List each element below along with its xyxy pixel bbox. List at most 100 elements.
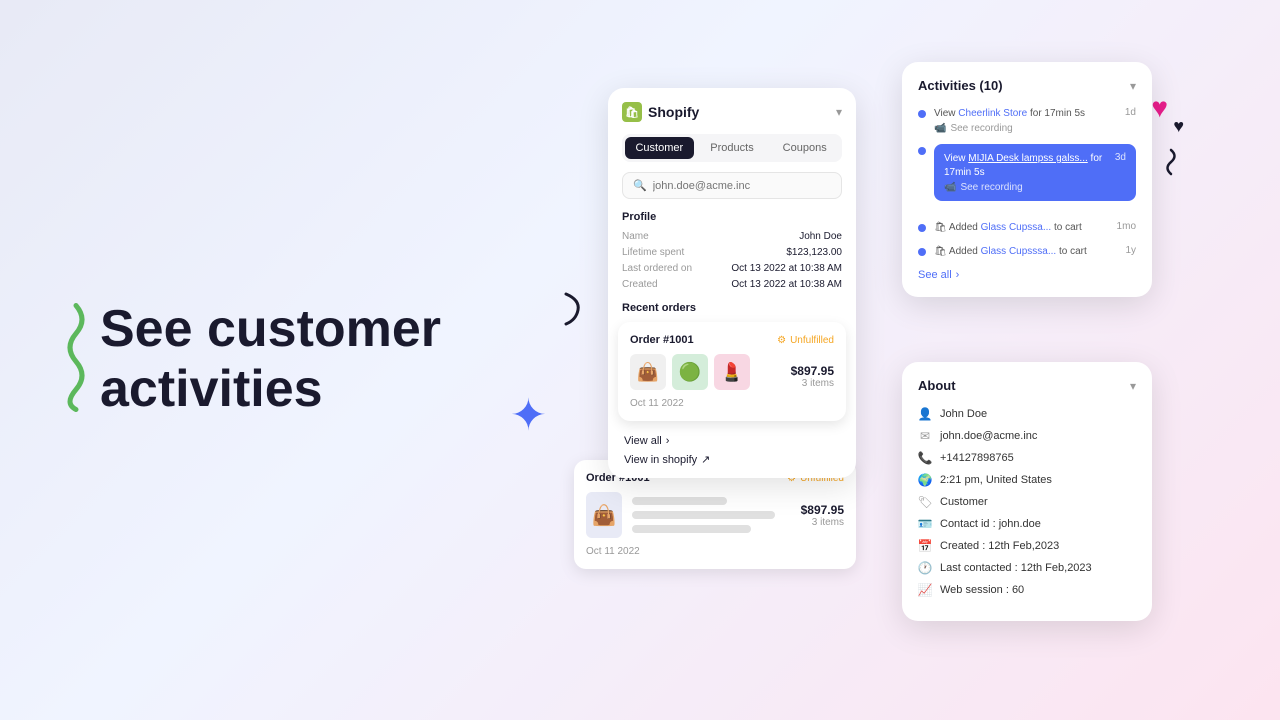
line-placeholder-1 bbox=[632, 497, 727, 505]
shopify-icon-3: 🛍 bbox=[934, 246, 947, 257]
shopify-card-header: 🛍 Shopify ▾ bbox=[622, 102, 842, 122]
arrow-right-icon: › bbox=[666, 435, 670, 447]
order-back-lines bbox=[632, 497, 791, 533]
order-front-card: Order #1001 ⚙ Unfulfilled 👜 🟢 💄 $897.95 … bbox=[618, 322, 846, 421]
shopify-logo: 🛍 Shopify bbox=[622, 102, 699, 122]
activity-link-3[interactable]: Glass Cupsssa... bbox=[981, 246, 1057, 257]
profile-label-lifetime: Lifetime spent bbox=[622, 247, 684, 258]
activity-time-3: 1y bbox=[1125, 245, 1136, 256]
order-front-date: Oct 11 2022 bbox=[630, 398, 834, 409]
about-row-email: ✉ john.doe@acme.inc bbox=[918, 429, 1136, 443]
activity-item-2: 🛍 Added Glass Cupssa... to cart 1mo bbox=[918, 221, 1136, 235]
activity-text-1: View MIJIA Desk lampss galss... for 17mi… bbox=[944, 152, 1107, 180]
email-icon: ✉ bbox=[918, 429, 932, 443]
order-front-status: ⚙ Unfulfilled bbox=[777, 335, 834, 346]
recording-icon-0: 📹 bbox=[934, 123, 946, 134]
order-back-items: 3 items bbox=[801, 517, 844, 528]
activity-item-3: 🛍 Added Glass Cupsssa... to cart 1y bbox=[918, 245, 1136, 259]
about-text-location: 2:21 pm, United States bbox=[940, 474, 1052, 486]
shopify-card: 🛍 Shopify ▾ Customer Products Coupons 🔍 … bbox=[608, 88, 856, 478]
tab-products[interactable]: Products bbox=[698, 137, 767, 159]
order-front-price: $897.95 bbox=[791, 364, 834, 378]
chevron-down-icon[interactable]: ▾ bbox=[836, 105, 842, 119]
profile-row-created: Created Oct 13 2022 at 10:38 AM bbox=[622, 279, 842, 290]
about-text-created: Created : 12th Feb,2023 bbox=[940, 540, 1059, 552]
activity-time-1: 3d bbox=[1115, 152, 1126, 163]
activity-link-1[interactable]: MIJIA Desk lampss galss... bbox=[968, 153, 1087, 164]
about-text-web-session: Web session : 60 bbox=[940, 584, 1024, 596]
profile-label-last-ordered: Last ordered on bbox=[622, 263, 692, 274]
squiggle-dark-decoration bbox=[1162, 148, 1180, 181]
activity-dot-0 bbox=[918, 110, 926, 118]
search-icon: 🔍 bbox=[633, 179, 647, 192]
activity-content-3: 🛍 Added Glass Cupsssa... to cart bbox=[934, 245, 1117, 259]
view-in-shopify-link[interactable]: View in shopify ↗ bbox=[624, 453, 840, 466]
see-all-arrow-icon: › bbox=[956, 269, 960, 281]
profile-row-name: Name John Doe bbox=[622, 231, 842, 242]
order-img-0: 👜 bbox=[630, 354, 666, 390]
about-text-last-contacted: Last contacted : 12th Feb,2023 bbox=[940, 562, 1092, 574]
chart-icon: 📈 bbox=[918, 583, 932, 597]
see-all-link[interactable]: See all › bbox=[918, 269, 1136, 281]
activities-title: Activities (10) bbox=[918, 78, 1003, 93]
about-title: About bbox=[918, 378, 956, 393]
curly-decoration bbox=[558, 290, 586, 335]
clock-icon: 🕐 bbox=[918, 561, 932, 575]
activity-link-2[interactable]: Glass Cupssa... bbox=[981, 222, 1052, 233]
about-panel: About ▾ 👤 John Doe ✉ john.doe@acme.inc 📞… bbox=[902, 362, 1152, 621]
activity-time-0: 1d bbox=[1125, 107, 1136, 118]
activity-highlighted-1: View MIJIA Desk lampss galss... for 17mi… bbox=[934, 144, 1136, 201]
shopify-icon-2: 🛍 bbox=[934, 222, 947, 233]
about-row-created: 📅 Created : 12th Feb,2023 bbox=[918, 539, 1136, 553]
about-row-location: 🌍 2:21 pm, United States bbox=[918, 473, 1136, 487]
customer-search-input[interactable] bbox=[653, 180, 831, 192]
about-text-phone: +14127898765 bbox=[940, 452, 1014, 464]
activity-dot-1 bbox=[918, 147, 926, 155]
heart-dark-decoration: ♥ bbox=[1173, 116, 1184, 137]
profile-value-created: Oct 13 2022 at 10:38 AM bbox=[731, 279, 842, 290]
id-icon: 🪪 bbox=[918, 517, 932, 531]
line-placeholder-2 bbox=[632, 511, 775, 519]
activities-panel-header: Activities (10) ▾ bbox=[918, 78, 1136, 93]
about-row-contact-id: 🪪 Contact id : john.doe bbox=[918, 517, 1136, 531]
activities-chevron-icon[interactable]: ▾ bbox=[1130, 79, 1136, 93]
profile-rows: Name John Doe Lifetime spent $123,123.00… bbox=[622, 231, 842, 290]
customer-search-box: 🔍 bbox=[622, 172, 842, 199]
order-card-front-inner: Order #1001 ⚙ Unfulfilled 👜 🟢 💄 $897.95 … bbox=[608, 322, 856, 421]
activity-text-3: 🛍 Added Glass Cupsssa... to cart bbox=[934, 245, 1117, 259]
shopify-icon: 🛍 bbox=[622, 102, 642, 122]
recent-orders-title: Recent orders bbox=[622, 302, 842, 314]
order-img-1: 🟢 bbox=[672, 354, 708, 390]
activity-dot-3 bbox=[918, 248, 926, 256]
order-back-img: 👜 bbox=[586, 492, 622, 538]
hero-section: See customer activities bbox=[100, 300, 441, 420]
activity-time-2: 1mo bbox=[1117, 221, 1136, 232]
star-decoration: ✦ bbox=[510, 390, 547, 441]
profile-value-name: John Doe bbox=[799, 231, 842, 242]
about-text-email: john.doe@acme.inc bbox=[940, 430, 1037, 442]
tag-icon: 🏷 bbox=[918, 495, 932, 509]
activity-item-1: View MIJIA Desk lampss galss... for 17mi… bbox=[918, 144, 1136, 211]
view-all-link[interactable]: View all › bbox=[624, 435, 840, 447]
activity-item-0: View Cheerlink Store for 17min 5s 📹 See … bbox=[918, 107, 1136, 134]
profile-row-last-ordered: Last ordered on Oct 13 2022 at 10:38 AM bbox=[622, 263, 842, 274]
location-icon: 🌍 bbox=[918, 473, 932, 487]
activity-content-0: View Cheerlink Store for 17min 5s 📹 See … bbox=[934, 107, 1117, 134]
about-chevron-icon[interactable]: ▾ bbox=[1130, 379, 1136, 393]
tab-coupons[interactable]: Coupons bbox=[770, 137, 839, 159]
about-row-web-session: 📈 Web session : 60 bbox=[918, 583, 1136, 597]
shopify-logo-text: Shopify bbox=[648, 104, 699, 120]
about-text-name: John Doe bbox=[940, 408, 987, 420]
shopify-tabs: Customer Products Coupons bbox=[622, 134, 842, 162]
phone-icon: 📞 bbox=[918, 451, 932, 465]
hero-title: See customer activities bbox=[100, 300, 441, 420]
tab-customer[interactable]: Customer bbox=[625, 137, 694, 159]
about-text-customer: Customer bbox=[940, 496, 988, 508]
activity-text-0: View Cheerlink Store for 17min 5s bbox=[934, 107, 1117, 121]
line-placeholder-3 bbox=[632, 525, 751, 533]
activity-link-0[interactable]: Cheerlink Store bbox=[958, 108, 1027, 119]
recording-icon-1: 📹 bbox=[944, 182, 956, 193]
order-back-content: 👜 $897.95 3 items bbox=[586, 492, 844, 538]
about-text-contact-id: Contact id : john.doe bbox=[940, 518, 1041, 530]
activity-sub-1: 📹 See recording bbox=[944, 182, 1107, 193]
